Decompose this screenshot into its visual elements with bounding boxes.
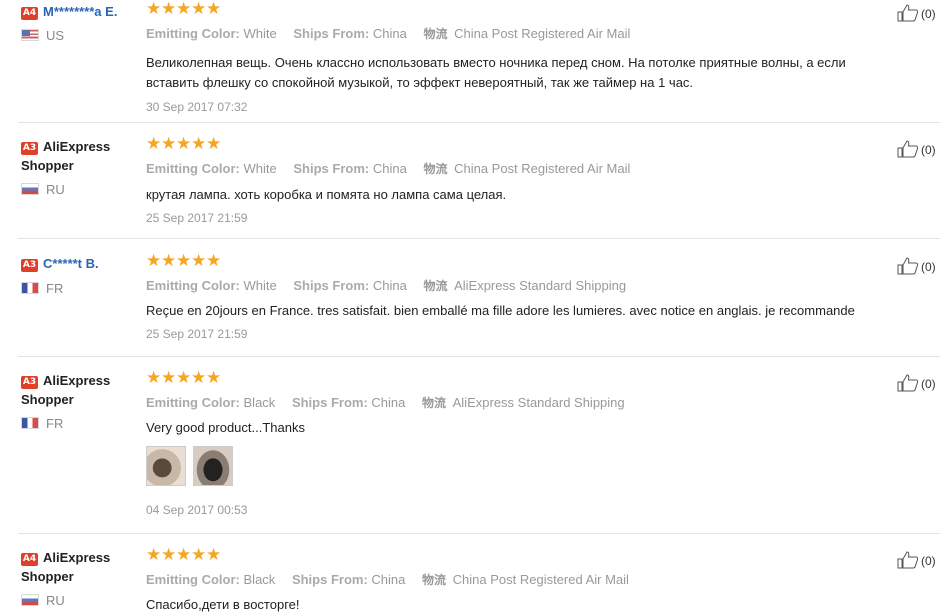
helpful-button[interactable]: (0) [897, 257, 936, 275]
ru-flag-icon [21, 594, 39, 606]
helpful-button[interactable]: (0) [897, 374, 936, 392]
fr-flag-icon [21, 417, 39, 429]
rating-stars: ★ ★ ★ ★ ★ [146, 134, 886, 154]
star-icon: ★ [191, 251, 207, 271]
order-attributes: Emitting Color: White Ships From: China … [146, 161, 631, 176]
order-attributes: Emitting Color: Black Ships From: China … [146, 395, 625, 410]
reviewer-country: FR [21, 281, 139, 297]
star-icon: ★ [176, 134, 192, 154]
reviewer-info: A3 AliExpress Shopper FR [21, 370, 139, 432]
rating-stars: ★ ★ ★ ★ ★ [146, 545, 886, 565]
us-flag-icon [21, 29, 39, 41]
star-icon: ★ [176, 251, 192, 271]
reviewer-country: RU [21, 182, 139, 198]
star-icon: ★ [146, 368, 162, 388]
review-photo-thumbnail[interactable] [146, 446, 186, 486]
star-icon: ★ [191, 134, 207, 154]
reviewer-info: A3 AliExpress Shopper RU [21, 136, 139, 198]
reviewer-country: FR [21, 416, 139, 432]
helpful-button[interactable]: (0) [897, 4, 936, 22]
order-attributes: Emitting Color: White Ships From: China … [146, 26, 631, 41]
reviewer-country: RU [21, 593, 139, 609]
thumbs-up-icon [897, 140, 919, 158]
reviewer-name-link[interactable]: M********a E. [43, 4, 117, 19]
star-icon: ★ [206, 545, 222, 565]
review-divider [18, 122, 940, 123]
reviewer-name-link[interactable]: C*****t B. [43, 256, 99, 271]
order-attributes: Emitting Color: White Ships From: China … [146, 278, 627, 293]
star-icon: ★ [191, 368, 207, 388]
star-icon: ★ [161, 545, 177, 565]
review-text: крутая лампа. хоть коробка и помята но л… [146, 187, 507, 202]
review-date: 04 Sep 2017 00:53 [146, 503, 248, 517]
reviewer-info: A4 AliExpress Shopper RU [21, 547, 139, 609]
ru-flag-icon [21, 183, 39, 195]
review-photo-thumbnail[interactable] [193, 446, 233, 486]
reviewer-info: A3 C*****t B. FR [21, 253, 139, 297]
review-divider [18, 356, 940, 357]
helpful-button[interactable]: (0) [897, 551, 936, 569]
review-divider [18, 238, 940, 239]
buyer-level-badge: A4 [21, 7, 38, 20]
rating-stars: ★ ★ ★ ★ ★ [146, 368, 886, 388]
star-icon: ★ [146, 0, 162, 19]
logistics-icon: 物流 [423, 27, 448, 41]
review-text: Very good product...Thanks [146, 420, 305, 435]
reviewer-info: A4 M********a E. US [21, 0, 139, 44]
logistics-icon: 物流 [423, 162, 448, 176]
star-icon: ★ [191, 0, 207, 19]
star-icon: ★ [206, 251, 222, 271]
star-icon: ★ [146, 134, 162, 154]
star-icon: ★ [161, 0, 177, 19]
star-icon: ★ [146, 251, 162, 271]
buyer-level-badge: A4 [21, 553, 38, 566]
logistics-icon: 物流 [423, 279, 448, 293]
review-text: Спасибо,дети в восторге! [146, 597, 300, 612]
thumbs-up-icon [897, 257, 919, 275]
review-date: 25 Sep 2017 21:59 [146, 327, 248, 341]
review-divider [18, 533, 940, 534]
buyer-level-badge: A3 [21, 259, 38, 272]
star-icon: ★ [176, 368, 192, 388]
star-icon: ★ [161, 368, 177, 388]
fr-flag-icon [21, 282, 39, 294]
buyer-level-badge: A3 [21, 376, 38, 389]
star-icon: ★ [176, 545, 192, 565]
star-icon: ★ [191, 545, 207, 565]
thumbs-up-icon [897, 4, 919, 22]
logistics-icon: 物流 [422, 573, 447, 587]
review-text: Великолепная вещь. Очень классно использ… [146, 55, 846, 90]
star-icon: ★ [206, 0, 222, 19]
star-icon: ★ [206, 368, 222, 388]
review-date: 25 Sep 2017 21:59 [146, 211, 248, 225]
review-text: Reçue en 20jours en France. tres satisfa… [146, 303, 855, 318]
helpful-button[interactable]: (0) [897, 140, 936, 158]
star-icon: ★ [176, 0, 192, 19]
thumbs-up-icon [897, 551, 919, 569]
rating-stars: ★ ★ ★ ★ ★ [146, 251, 886, 271]
buyer-level-badge: A3 [21, 142, 38, 155]
star-icon: ★ [161, 134, 177, 154]
rating-stars: ★ ★ ★ ★ ★ [146, 0, 886, 19]
reviewer-country: US [21, 28, 139, 44]
order-attributes: Emitting Color: Black Ships From: China … [146, 572, 629, 587]
review-date: 30 Sep 2017 07:32 [146, 100, 248, 114]
review-photos [146, 446, 886, 486]
thumbs-up-icon [897, 374, 919, 392]
star-icon: ★ [206, 134, 222, 154]
star-icon: ★ [161, 251, 177, 271]
star-icon: ★ [146, 545, 162, 565]
logistics-icon: 物流 [422, 396, 447, 410]
